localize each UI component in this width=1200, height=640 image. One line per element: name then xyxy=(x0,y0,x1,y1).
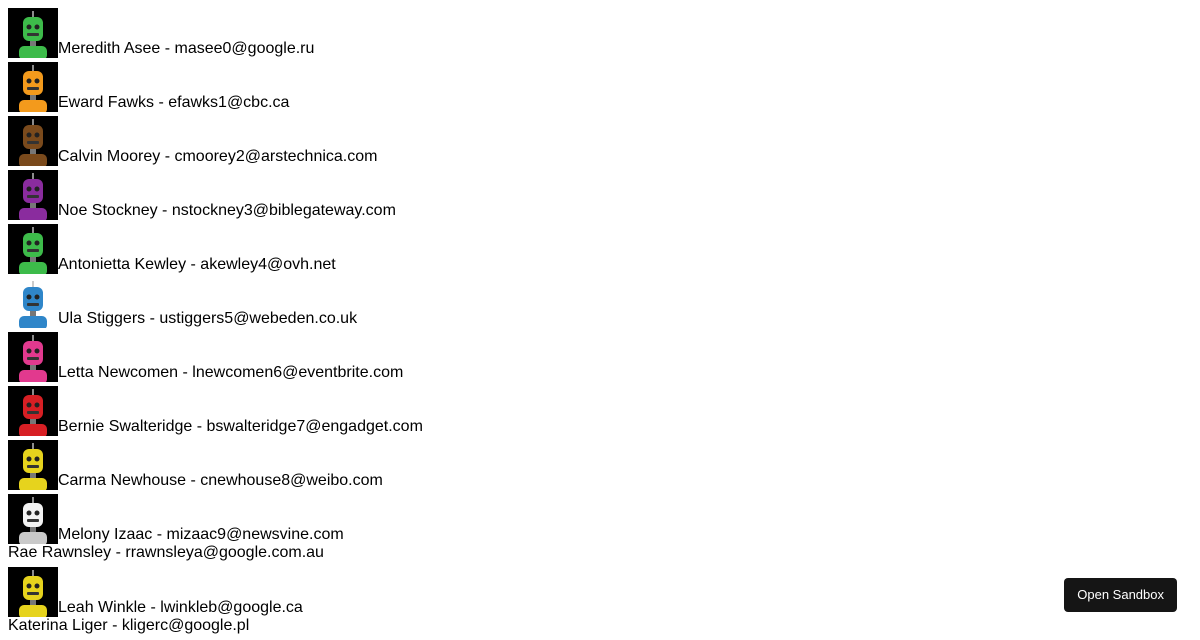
user-name-email: Katerina Liger - kligerc@google.pl xyxy=(8,617,249,635)
user-row: Katerina Liger - kligerc@google.pl xyxy=(8,617,1188,635)
robot-avatar-icon xyxy=(8,224,58,274)
user-name-email: Rae Rawnsley - rrawnsleya@google.com.au xyxy=(8,544,324,562)
robot-avatar-icon xyxy=(8,170,58,220)
user-name-email: Carma Newhouse - cnewhouse8@weibo.com xyxy=(58,472,383,490)
user-row: Eward Fawks - efawks1@cbc.ca xyxy=(8,62,1188,112)
robot-avatar-icon xyxy=(8,332,58,382)
user-row: Letta Newcomen - lnewcomen6@eventbrite.c… xyxy=(8,332,1188,382)
user-name-email: Meredith Asee - masee0@google.ru xyxy=(58,40,314,58)
avatar xyxy=(8,567,58,617)
robot-avatar-icon xyxy=(8,8,58,58)
user-row: Melony Izaac - mizaac9@newsvine.com xyxy=(8,494,1188,544)
avatar xyxy=(8,386,58,436)
robot-avatar-icon xyxy=(8,494,58,544)
user-row: Carma Newhouse - cnewhouse8@weibo.com xyxy=(8,440,1188,490)
avatar xyxy=(8,278,58,328)
user-name-email: Eward Fawks - efawks1@cbc.ca xyxy=(58,94,289,112)
avatar xyxy=(8,8,58,58)
avatar xyxy=(8,494,58,544)
user-row: Leah Winkle - lwinkleb@google.ca xyxy=(8,567,1188,617)
robot-avatar-icon xyxy=(8,440,58,490)
avatar xyxy=(8,224,58,274)
avatar xyxy=(8,62,58,112)
robot-avatar-icon xyxy=(8,116,58,166)
user-name-email: Melony Izaac - mizaac9@newsvine.com xyxy=(58,526,344,544)
avatar xyxy=(8,440,58,490)
user-row: Rae Rawnsley - rrawnsleya@google.com.au xyxy=(8,544,1188,562)
user-row: Bernie Swalteridge - bswalteridge7@engad… xyxy=(8,386,1188,436)
avatar xyxy=(8,332,58,382)
user-list: Meredith Asee - masee0@google.ru Eward Fa… xyxy=(8,8,1188,640)
robot-avatar-icon xyxy=(8,278,58,328)
user-row: Calvin Moorey - cmoorey2@arstechnica.com xyxy=(8,116,1188,166)
user-name-email: Letta Newcomen - lnewcomen6@eventbrite.c… xyxy=(58,364,403,382)
user-row: Meredith Asee - masee0@google.ru xyxy=(8,8,1188,58)
user-name-email: Leah Winkle - lwinkleb@google.ca xyxy=(58,599,303,617)
avatar xyxy=(8,170,58,220)
robot-avatar-icon xyxy=(8,62,58,112)
user-name-email: Noe Stockney - nstockney3@biblegateway.c… xyxy=(58,202,396,220)
user-name-email: Ula Stiggers - ustiggers5@webeden.co.uk xyxy=(58,310,357,328)
user-name-email: Calvin Moorey - cmoorey2@arstechnica.com xyxy=(58,148,377,166)
robot-avatar-icon xyxy=(8,567,58,617)
user-row: Ula Stiggers - ustiggers5@webeden.co.uk xyxy=(8,278,1188,328)
user-row: Antonietta Kewley - akewley4@ovh.net xyxy=(8,224,1188,274)
user-name-email: Antonietta Kewley - akewley4@ovh.net xyxy=(58,256,336,274)
robot-avatar-icon xyxy=(8,386,58,436)
user-name-email: Bernie Swalteridge - bswalteridge7@engad… xyxy=(58,418,423,436)
avatar xyxy=(8,116,58,166)
user-row: Noe Stockney - nstockney3@biblegateway.c… xyxy=(8,170,1188,220)
open-sandbox-button[interactable]: Open Sandbox xyxy=(1064,578,1177,612)
